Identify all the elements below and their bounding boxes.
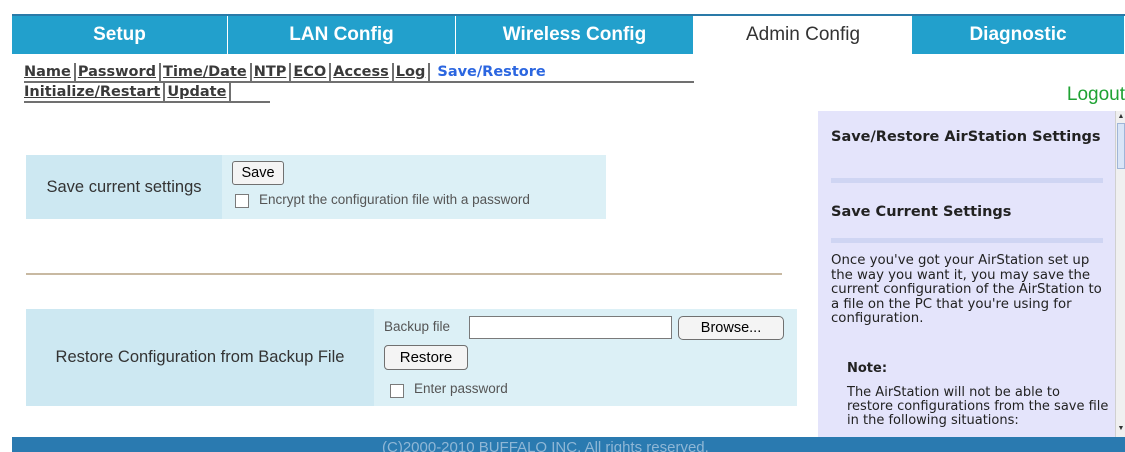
help-text: Once you've got your AirStation set up t… — [831, 253, 1102, 326]
subtab-ntp[interactable]: NTP — [252, 63, 292, 81]
subtab-log[interactable]: Log — [394, 63, 431, 81]
help-subtitle: Save Current Settings — [831, 204, 1012, 220]
footer: (C)2000-2010 BUFFALO INC. All rights res… — [12, 437, 1125, 452]
section-divider — [26, 273, 782, 275]
subtab-initialize-restart[interactable]: Initialize/Restart — [24, 83, 166, 101]
help-note-text: The AirStation will not be able to resto… — [847, 385, 1109, 428]
enter-password-checkbox[interactable] — [390, 384, 404, 398]
tab-diagnostic[interactable]: Diagnostic — [912, 16, 1125, 54]
help-divider — [831, 238, 1103, 243]
help-divider — [831, 178, 1103, 183]
restore-config-label: Restore Configuration from Backup File — [26, 309, 374, 406]
tab-wireless-config[interactable]: Wireless Config — [456, 16, 694, 54]
subtab-name[interactable]: Name — [24, 63, 76, 81]
sub-nav: Name Password Time/Date NTP ECO Access L… — [24, 63, 704, 103]
encrypt-checkbox[interactable] — [235, 194, 249, 208]
tab-admin-config[interactable]: Admin Config — [694, 16, 912, 54]
sub-nav-row-1: Name Password Time/Date NTP ECO Access L… — [24, 63, 694, 83]
enter-password-label: Enter password — [414, 381, 508, 396]
subtab-save-restore[interactable]: Save/Restore — [430, 63, 548, 81]
help-pane: Save/Restore AirStation Settings Save Cu… — [818, 111, 1115, 437]
subtab-time-date[interactable]: Time/Date — [161, 63, 252, 81]
help-note-title: Note: — [847, 361, 888, 376]
backup-file-input[interactable] — [469, 316, 672, 339]
logout-link[interactable]: Logout — [1067, 84, 1125, 106]
save-settings-controls: Save Encrypt the configuration file with… — [226, 155, 606, 219]
scroll-down-arrow-icon[interactable]: ▼ — [1117, 423, 1125, 433]
tab-setup[interactable]: Setup — [12, 16, 228, 54]
restore-config-panel: Restore Configuration from Backup File B… — [26, 309, 797, 406]
browse-button[interactable]: Browse... — [678, 316, 784, 340]
restore-button[interactable]: Restore — [384, 345, 468, 370]
subtab-password[interactable]: Password — [76, 63, 162, 81]
encrypt-checkbox-label: Encrypt the configuration file with a pa… — [259, 192, 530, 207]
scroll-up-arrow-icon[interactable]: ▲ — [1117, 111, 1125, 121]
scroll-thumb[interactable] — [1117, 123, 1125, 169]
copyright-text: (C)2000-2010 BUFFALO INC. All rights res… — [382, 439, 709, 452]
help-title: Save/Restore AirStation Settings — [831, 129, 1101, 145]
help-scrollbar[interactable]: ▲ ▼ — [1115, 111, 1125, 437]
sub-nav-row-2: Initialize/Restart Update — [24, 83, 270, 103]
restore-config-controls: Backup file Browse... Restore Enter pass… — [378, 309, 797, 406]
save-settings-label: Save current settings — [26, 155, 222, 219]
save-button[interactable]: Save — [232, 161, 284, 185]
top-nav: Setup LAN Config Wireless Config Admin C… — [12, 14, 1125, 54]
save-settings-panel: Save current settings Save Encrypt the c… — [26, 155, 606, 219]
subtab-update[interactable]: Update — [165, 83, 232, 101]
admin-page: Setup LAN Config Wireless Config Admin C… — [0, 0, 1125, 452]
tab-lan-config[interactable]: LAN Config — [228, 16, 456, 54]
subtab-eco[interactable]: ECO — [291, 63, 332, 81]
backup-file-label: Backup file — [384, 319, 451, 334]
subtab-access[interactable]: Access — [331, 63, 394, 81]
